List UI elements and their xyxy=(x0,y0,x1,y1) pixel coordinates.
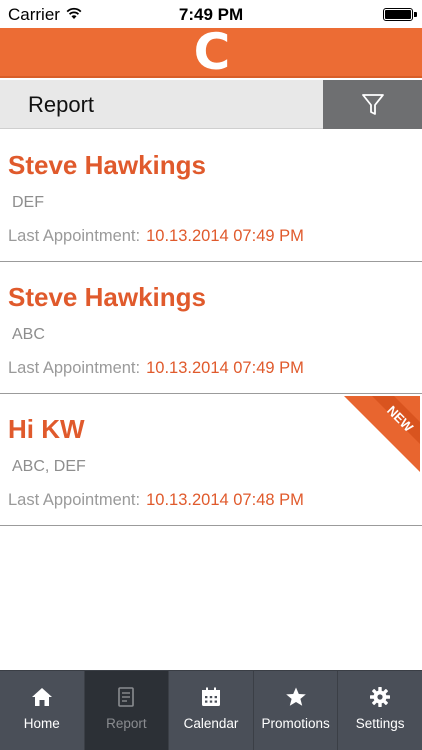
client-name: Hi KW xyxy=(8,414,85,444)
report-icon xyxy=(118,687,135,707)
last-appointment-label: Last Appointment: xyxy=(8,227,141,245)
tab-label: Calendar xyxy=(183,716,239,731)
last-appointment: Last Appointment: 10.13.2014 07:49 PM xyxy=(8,359,304,378)
tab-report[interactable]: Report xyxy=(84,671,170,750)
tab-calendar[interactable]: Calendar xyxy=(169,671,254,750)
tab-label: Report xyxy=(106,716,147,731)
app-logo: C xyxy=(193,23,231,81)
brand-bar: C xyxy=(0,24,422,80)
calendar-icon xyxy=(201,687,220,706)
tab-label: Settings xyxy=(355,716,405,731)
client-tags: ABC, DEF xyxy=(12,458,86,475)
client-tags: DEF xyxy=(12,194,44,211)
list-item[interactable]: Steve Hawkings DEF Last Appointment: 10.1… xyxy=(0,130,422,262)
filter-icon xyxy=(361,93,384,115)
client-name: Steve Hawkings xyxy=(8,282,206,312)
list-item[interactable]: Steve Hawkings ABC Last Appointment: 10.1… xyxy=(0,262,422,394)
new-badge: NEW xyxy=(344,396,420,472)
last-appointment-value: 10.13.2014 07:48 PM xyxy=(146,491,304,509)
client-tags: ABC xyxy=(12,326,45,343)
battery-icon xyxy=(383,8,417,21)
tab-label: Home xyxy=(23,716,60,731)
page-header: Report xyxy=(0,80,422,129)
home-icon xyxy=(31,688,52,706)
tab-bar: Home Report Calendar Promotions Settings xyxy=(0,670,422,750)
client-name: Steve Hawkings xyxy=(8,150,206,180)
page-title: Report xyxy=(28,92,95,117)
star-icon xyxy=(285,687,306,706)
last-appointment: Last Appointment: 10.13.2014 07:49 PM xyxy=(8,227,304,246)
gear-icon xyxy=(370,687,391,707)
last-appointment-label: Last Appointment: xyxy=(8,359,141,377)
last-appointment-value: 10.13.2014 07:49 PM xyxy=(146,227,304,245)
last-appointment-value: 10.13.2014 07:49 PM xyxy=(146,359,304,377)
tab-home[interactable]: Home xyxy=(0,671,85,750)
report-list: Steve Hawkings DEF Last Appointment: 10.1… xyxy=(0,130,422,526)
last-appointment: Last Appointment: 10.13.2014 07:48 PM xyxy=(8,491,304,510)
tab-promotions[interactable]: Promotions xyxy=(254,671,339,750)
list-item[interactable]: Hi KW ABC, DEF Last Appointment: 10.13.20… xyxy=(0,394,422,526)
last-appointment-label: Last Appointment: xyxy=(8,491,141,509)
status-time: 7:49 PM xyxy=(178,5,244,24)
filter-button[interactable] xyxy=(323,80,422,129)
tab-label: Promotions xyxy=(261,716,330,731)
tab-settings[interactable]: Settings xyxy=(338,671,422,750)
